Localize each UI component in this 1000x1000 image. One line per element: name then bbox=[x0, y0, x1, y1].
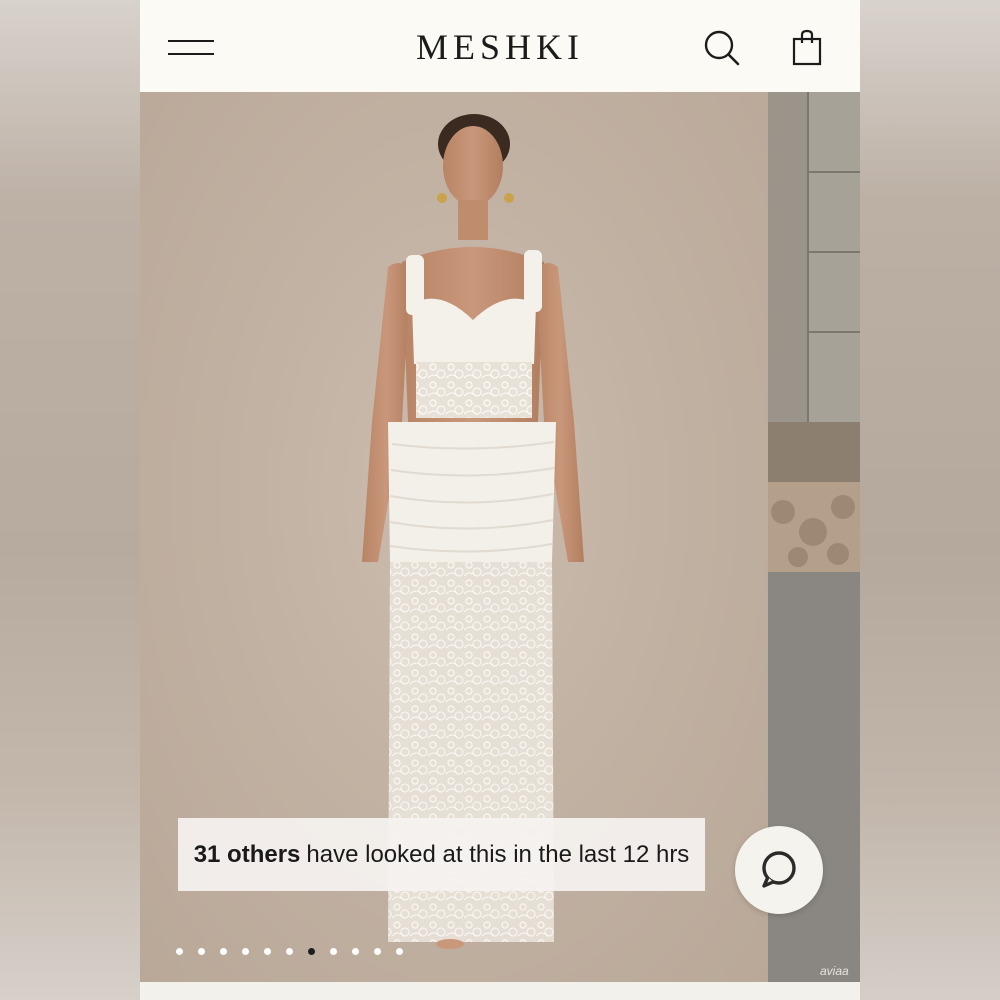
right-background bbox=[860, 0, 1000, 1000]
carousel-dot[interactable] bbox=[374, 948, 381, 955]
page-bottom-edge bbox=[140, 982, 860, 1000]
carousel-dot[interactable] bbox=[198, 948, 205, 955]
menu-icon-line bbox=[168, 53, 214, 55]
mobile-page: MESHKI 31 others have looked at this in … bbox=[140, 0, 860, 1000]
left-background bbox=[0, 0, 140, 1000]
carousel-dot[interactable] bbox=[396, 948, 403, 955]
viewer-message: have looked at this in the last 12 hrs bbox=[306, 840, 690, 868]
bag-icon bbox=[792, 29, 822, 66]
carousel-dot-active[interactable] bbox=[308, 948, 315, 955]
menu-icon-line bbox=[168, 40, 214, 42]
site-header: MESHKI bbox=[140, 0, 860, 92]
viewer-count: 31 others bbox=[193, 840, 301, 868]
menu-button[interactable] bbox=[168, 36, 214, 60]
carousel-dot[interactable] bbox=[330, 948, 337, 955]
brand-logo: MESHKI bbox=[415, 27, 584, 67]
carousel-dot[interactable] bbox=[264, 948, 271, 955]
carousel-dot[interactable] bbox=[220, 948, 227, 955]
chat-button[interactable] bbox=[735, 826, 823, 914]
carousel-dot[interactable] bbox=[176, 948, 183, 955]
chat-bubble-icon bbox=[762, 851, 796, 888]
carousel-dot[interactable] bbox=[352, 948, 359, 955]
carousel-dot[interactable] bbox=[286, 948, 293, 955]
social-proof-banner: 31 others have looked at this in the las… bbox=[178, 818, 705, 891]
photo-watermark: aviaa bbox=[820, 964, 849, 978]
search-icon bbox=[704, 30, 740, 66]
search-button[interactable] bbox=[702, 28, 742, 68]
carousel-dot[interactable] bbox=[242, 948, 249, 955]
shopping-bag-button[interactable] bbox=[790, 28, 826, 68]
